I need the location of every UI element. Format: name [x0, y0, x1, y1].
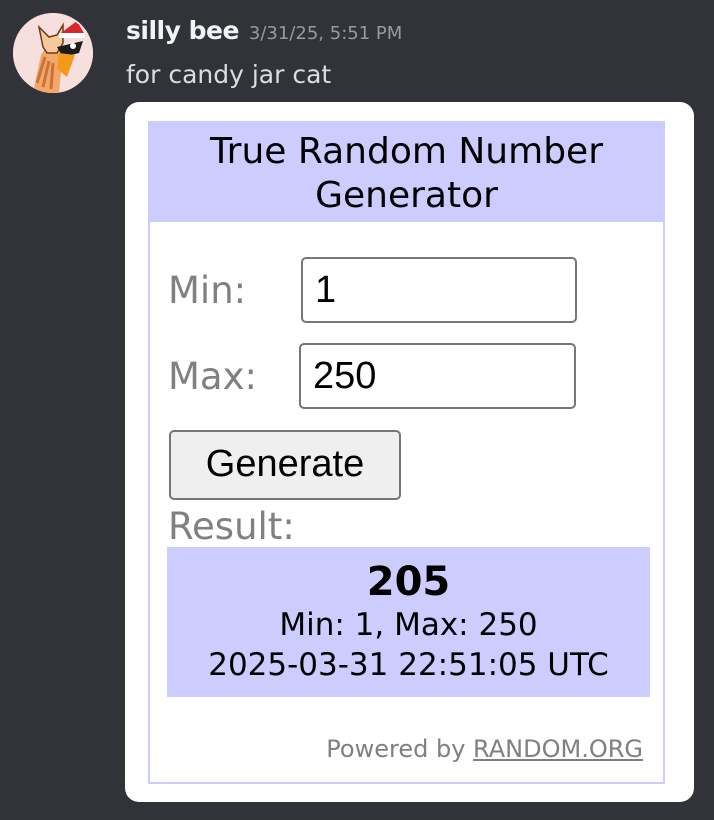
result-range: Min: 1, Max: 250 [279, 607, 538, 643]
random-org-link[interactable]: RANDOM.ORG [473, 735, 643, 763]
widget-title: True Random Number Generator [150, 123, 663, 222]
random-number-widget: True Random Number Generator Min: 1 Max:… [148, 121, 665, 784]
chat-message: silly bee 3/31/25, 5:51 PM for candy jar … [0, 0, 714, 820]
result-number: 205 [366, 559, 451, 605]
powered-by: Powered by RANDOM.ORG [326, 735, 643, 763]
cartoon-cat-avatar-icon [13, 13, 93, 93]
username[interactable]: silly bee [126, 16, 239, 45]
result-timestamp: 2025-03-31 22:51:05 UTC [208, 647, 609, 683]
message-header: silly bee 3/31/25, 5:51 PM [126, 16, 402, 45]
min-label: Min: [168, 269, 247, 312]
min-field[interactable]: 1 [301, 257, 577, 323]
message-text: for candy jar cat [126, 60, 332, 89]
powered-by-text: Powered by [326, 735, 466, 763]
image-attachment[interactable]: True Random Number Generator Min: 1 Max:… [125, 102, 694, 802]
avatar[interactable] [13, 13, 93, 93]
result-label: Result: [168, 505, 295, 548]
result-box: 205 Min: 1, Max: 250 2025-03-31 22:51:05… [167, 547, 650, 697]
timestamp: 3/31/25, 5:51 PM [248, 23, 403, 44]
max-field[interactable]: 250 [299, 343, 576, 409]
generate-button[interactable]: Generate [169, 430, 401, 500]
max-label: Max: [168, 355, 257, 398]
